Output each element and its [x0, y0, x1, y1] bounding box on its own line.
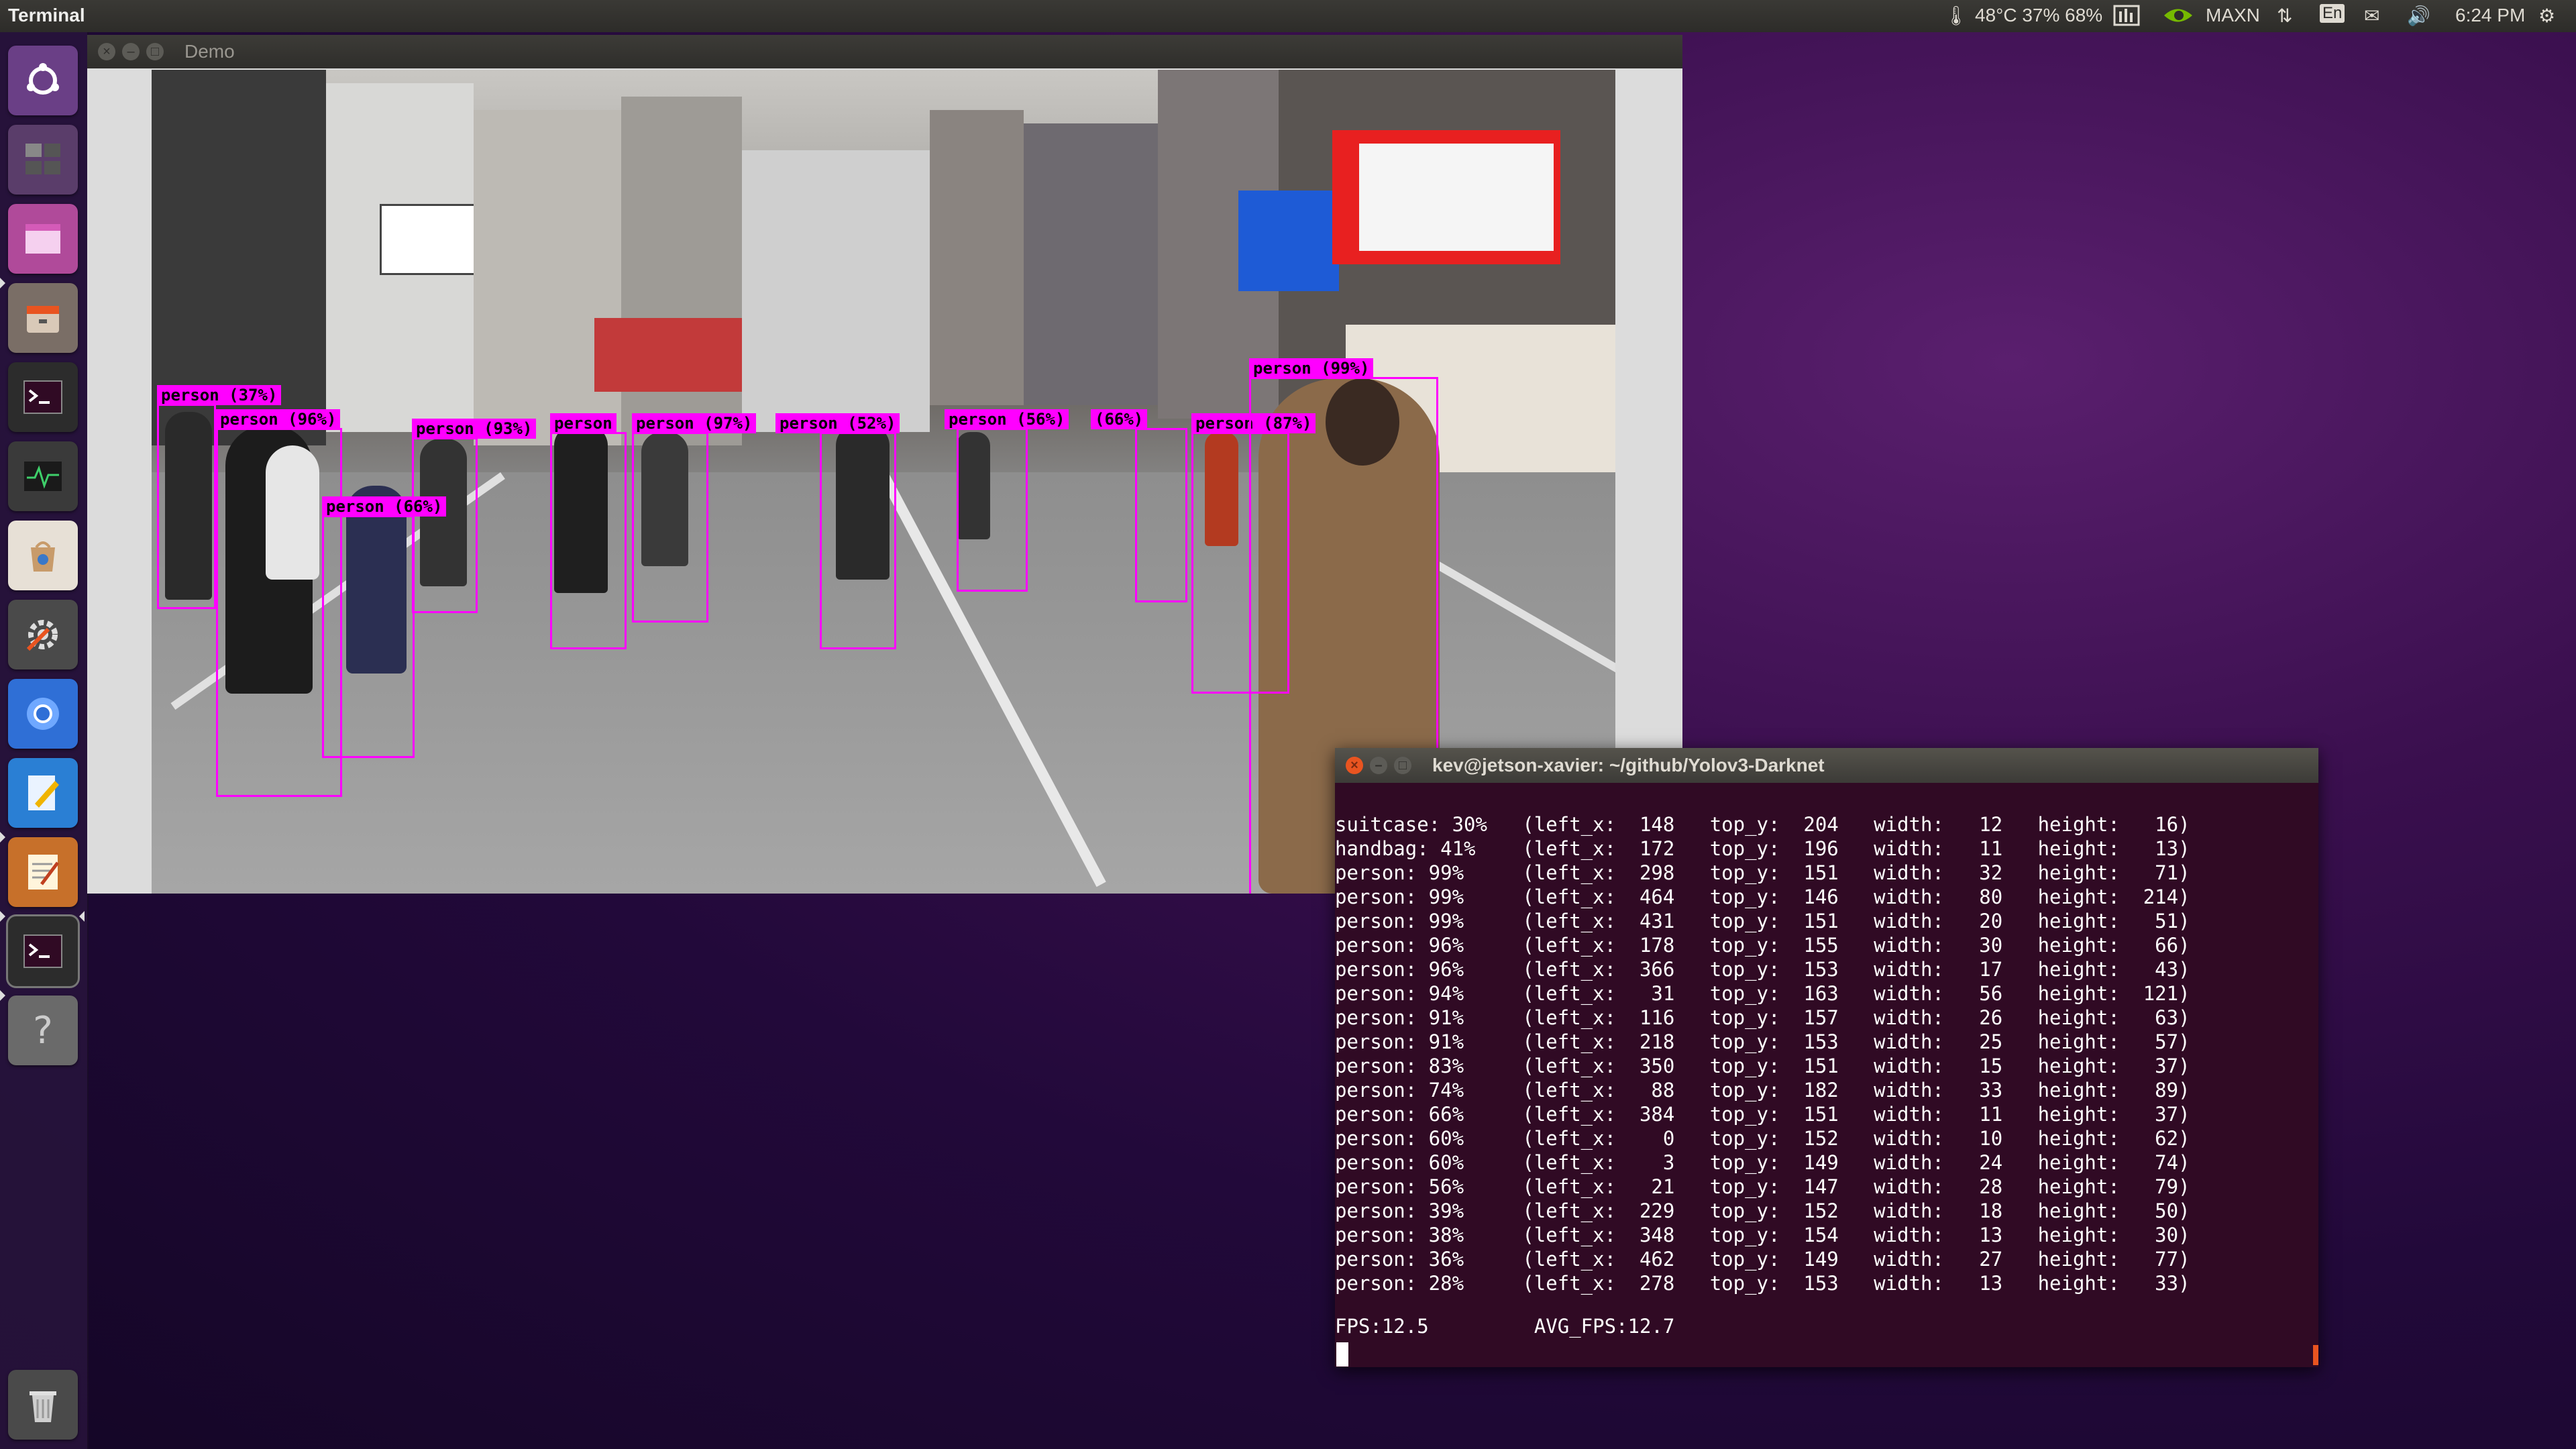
terminal-window-title: kev@jetson-xavier: ~/github/Yolov3-Darkn…	[1432, 755, 1825, 775]
building	[930, 110, 1024, 405]
launcher: ?	[0, 32, 89, 1449]
terminal-line: person: 39% (left_x: 229 top_y: 152 widt…	[1335, 1199, 2190, 1222]
detection-box	[820, 432, 896, 649]
nvidia-icon[interactable]	[2161, 3, 2195, 33]
terminal-line: person: 96% (left_x: 366 top_y: 153 widt…	[1335, 958, 2190, 981]
building	[742, 150, 930, 432]
network-transfer-icon[interactable]: ⇅	[2277, 5, 2292, 27]
terminal-line: person: 99% (left_x: 464 top_y: 146 widt…	[1335, 885, 2190, 908]
detection-label: person	[550, 413, 616, 433]
detection-label: person (93%)	[412, 419, 537, 439]
demo-window-title: Demo	[184, 41, 235, 62]
detection-label: person (56%)	[945, 409, 1069, 429]
trash-icon[interactable]	[8, 1370, 78, 1440]
detection-box	[322, 515, 415, 758]
fps-readout: FPS:12.5 AVG_FPS:12.7	[1335, 1315, 1674, 1338]
terminal-icon[interactable]	[8, 362, 78, 432]
keyboard-layout-indicator[interactable]: En	[2320, 4, 2345, 23]
close-icon[interactable]: ×	[1346, 757, 1363, 774]
text-editor-icon[interactable]	[8, 758, 78, 828]
detection-label: person (52%)	[775, 413, 900, 433]
terminal-line: person: 96% (left_x: 178 top_y: 155 widt…	[1335, 934, 2190, 957]
gear-icon[interactable]: ⚙	[2538, 5, 2555, 27]
detection-box	[632, 432, 708, 623]
terminal-scrollbar[interactable]	[2313, 1345, 2318, 1365]
terminal-line: person: 99% (left_x: 298 top_y: 151 widt…	[1335, 861, 2190, 884]
detection-label: person (97%)	[632, 413, 757, 433]
dash-home-icon[interactable]	[8, 46, 78, 115]
volume-icon[interactable]: 🔊	[2407, 5, 2430, 27]
active-app-title: Terminal	[8, 5, 85, 25]
help-icon[interactable]: ?	[8, 996, 78, 1065]
terminal-line: person: 91% (left_x: 218 top_y: 153 widt…	[1335, 1030, 2190, 1053]
terminal-titlebar[interactable]: × – □ kev@jetson-xavier: ~/github/Yolov3…	[1335, 748, 2318, 783]
detection-box	[1135, 428, 1187, 602]
thermometer-icon[interactable]: 🌡	[1944, 5, 1968, 27]
notes-icon[interactable]	[8, 837, 78, 907]
files-icon[interactable]	[8, 283, 78, 353]
terminal-line: person: 60% (left_x: 3 top_y: 149 width:…	[1335, 1151, 2190, 1174]
avg-fps-value: AVG_FPS:12.7	[1534, 1315, 1675, 1338]
terminal-window: × – □ kev@jetson-xavier: ~/github/Yolov3…	[1335, 748, 2318, 1367]
terminal-line: person: 38% (left_x: 348 top_y: 154 widt…	[1335, 1224, 2190, 1246]
terminal-line: person: 56% (left_x: 21 top_y: 147 width…	[1335, 1175, 2190, 1198]
fps-value: FPS:12.5	[1335, 1315, 1429, 1338]
detection-label: person (66%)	[322, 496, 447, 517]
terminal-line: person: 99% (left_x: 431 top_y: 151 widt…	[1335, 910, 2190, 932]
detection-label: person (99%)	[1249, 358, 1374, 378]
building	[474, 110, 621, 445]
system-monitor-icon[interactable]	[8, 441, 78, 511]
terminal-output[interactable]: suitcase: 30% (left_x: 148 top_y: 204 wi…	[1335, 812, 2190, 1295]
detection-label: (66%)	[1091, 409, 1148, 429]
terminal-line: person: 83% (left_x: 350 top_y: 151 widt…	[1335, 1055, 2190, 1077]
building	[1024, 123, 1158, 405]
shop-sign	[1359, 144, 1554, 251]
building	[621, 97, 742, 445]
sega-sign	[1238, 191, 1339, 291]
maximize-icon[interactable]: □	[1394, 757, 1411, 774]
terminal-line: person: 91% (left_x: 116 top_y: 157 widt…	[1335, 1006, 2190, 1029]
terminal-line: person: 66% (left_x: 384 top_y: 151 widt…	[1335, 1103, 2190, 1126]
mail-icon[interactable]: ✉	[2364, 5, 2379, 27]
close-icon[interactable]: ×	[98, 43, 115, 60]
detection-label: person (37%)	[157, 385, 282, 405]
power-mode-label[interactable]: MAXN	[2206, 5, 2260, 26]
demo-titlebar[interactable]: × – □ Demo	[87, 35, 1682, 68]
cpu-load-icon[interactable]	[2113, 3, 2140, 32]
terminal-line: suitcase: 30% (left_x: 148 top_y: 204 wi…	[1335, 813, 2190, 836]
maximize-icon[interactable]: □	[146, 43, 164, 60]
clock[interactable]: 6:24 PM	[2455, 5, 2525, 26]
terminal-cursor	[1336, 1342, 1348, 1366]
detection-box	[412, 437, 478, 613]
workspace-switcher-icon[interactable]	[8, 125, 78, 195]
terminal-line: person: 36% (left_x: 462 top_y: 149 widt…	[1335, 1248, 2190, 1271]
terminal-line: handbag: 41% (left_x: 172 top_y: 196 wid…	[1335, 837, 2190, 860]
system-status-indicator[interactable]: 48°C 37% 68%	[1975, 5, 2102, 26]
app-window-icon[interactable]	[8, 204, 78, 274]
detection-label: person (96%)	[216, 409, 341, 429]
terminal-active-icon[interactable]	[8, 916, 78, 986]
minimize-icon[interactable]: –	[122, 43, 140, 60]
terminal-line: person: 94% (left_x: 31 top_y: 163 width…	[1335, 982, 2190, 1005]
software-center-icon[interactable]	[8, 521, 78, 590]
system-settings-icon[interactable]	[8, 600, 78, 669]
chromium-icon[interactable]	[8, 679, 78, 749]
detection-box	[957, 428, 1028, 592]
terminal-line: person: 28% (left_x: 278 top_y: 153 widt…	[1335, 1272, 2190, 1295]
terminal-line: person: 74% (left_x: 88 top_y: 182 width…	[1335, 1079, 2190, 1102]
detection-box	[550, 432, 627, 649]
minimize-icon[interactable]: –	[1370, 757, 1387, 774]
detection-box	[157, 404, 216, 609]
terminal-line: person: 60% (left_x: 0 top_y: 152 width:…	[1335, 1127, 2190, 1150]
top-panel: Terminal 🌡 48°C 37% 68% MAXN ⇅ En ✉ 🔊 6:…	[0, 0, 2576, 32]
